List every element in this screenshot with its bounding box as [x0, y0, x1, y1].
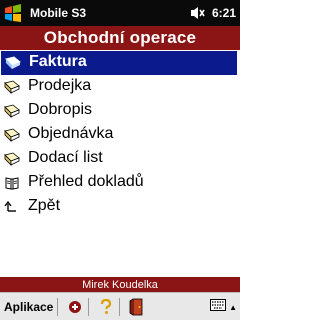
menu-item-objednavka[interactable]: Objednávka [0, 123, 240, 147]
menu-item-dobropis[interactable]: Dobropis [0, 99, 240, 123]
clock[interactable]: 6:21 [212, 6, 236, 20]
chevron-up-icon[interactable]: ▲ [229, 303, 237, 312]
menu-item-label: Dobropis [28, 101, 93, 118]
menu-item-prodejka[interactable]: Prodejka [0, 75, 240, 99]
menu-item-label: Prodejka [28, 77, 92, 94]
menu-item-label: Faktura [29, 53, 87, 70]
credit-note-icon [4, 104, 20, 118]
windows-start-icon[interactable] [2, 2, 24, 24]
keyboard-icon[interactable] [210, 299, 226, 311]
separator [119, 297, 121, 316]
exit-door-icon[interactable] [128, 298, 146, 316]
aplikace-menu-button[interactable]: Aplikace [4, 300, 53, 314]
app-title: Mobile S3 [30, 6, 87, 20]
menu-item-label: Přehled dokladů [28, 173, 144, 190]
invoice-icon [5, 56, 21, 69]
menu-item-dodaci-list[interactable]: Dodací list [0, 147, 240, 171]
separator [88, 297, 90, 316]
app-icon[interactable] [66, 298, 84, 316]
menu-item-label: Objednávka [28, 125, 114, 142]
menu-item-label: Dodací list [28, 149, 103, 166]
back-arrow-icon [4, 200, 16, 212]
menu-item-label: Zpět [28, 197, 61, 214]
book-icon [5, 177, 19, 190]
receipt-icon [4, 80, 20, 94]
page-title: Obchodní operace [0, 26, 240, 50]
user-name-bar: Mirek Koudelka [0, 277, 240, 292]
help-icon[interactable] [97, 298, 115, 316]
speaker-icon[interactable] [190, 6, 206, 20]
menu-item-prehled-dokladu[interactable]: Přehled dokladů [0, 171, 240, 195]
menu-item-faktura[interactable]: Faktura [1, 51, 237, 75]
menu-item-zpet[interactable]: Zpět [0, 195, 240, 219]
delivery-note-icon [4, 152, 20, 166]
operations-menu: Faktura Prodejka Dobropis Objednávka Dod… [0, 51, 240, 219]
order-icon [4, 128, 20, 142]
status-bar: Mobile S3 6:21 [0, 0, 240, 26]
command-bar: Aplikace ▲ [0, 292, 240, 320]
separator [57, 297, 59, 316]
